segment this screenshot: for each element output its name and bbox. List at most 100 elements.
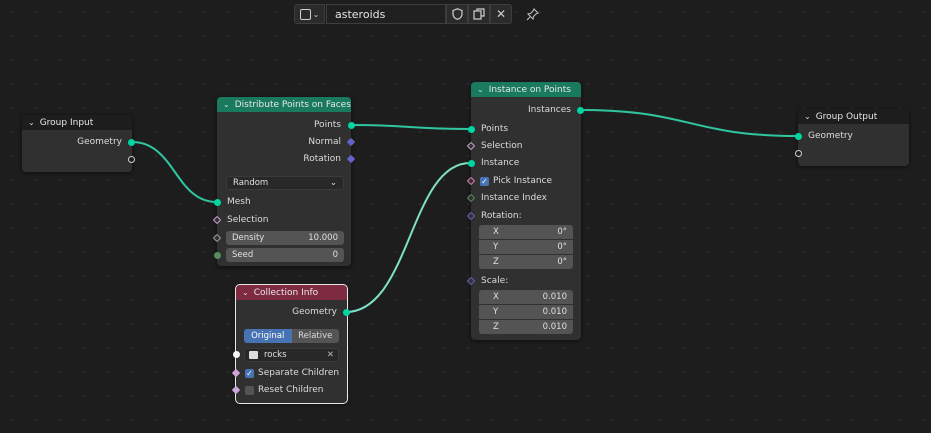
axis-label: X xyxy=(493,292,499,302)
original-option[interactable]: Original xyxy=(244,329,292,343)
collection-icon xyxy=(249,351,258,359)
selection-input-label: Selection xyxy=(227,215,269,225)
axis-label: Z xyxy=(493,322,499,332)
pick-instance-row[interactable]: ✓ Pick Instance xyxy=(471,174,581,188)
collection-input-socket[interactable] xyxy=(233,351,240,358)
collection-selector[interactable]: rocks ✕ xyxy=(244,348,339,362)
empty-output-socket[interactable] xyxy=(128,156,135,163)
node-title: Group Input xyxy=(39,117,94,128)
fake-user-shield-icon xyxy=(451,8,463,20)
chevron-down-icon: ⌄ xyxy=(329,178,337,188)
distribute-method-dropdown[interactable]: Random ⌄ xyxy=(226,176,344,190)
clear-icon[interactable]: ✕ xyxy=(327,350,334,360)
axis-label: Y xyxy=(493,242,499,252)
rotation-label: Rotation: xyxy=(481,211,522,221)
pin-button[interactable] xyxy=(522,7,542,21)
instances-output-label: Instances xyxy=(528,105,571,115)
instances-output-socket[interactable] xyxy=(577,107,584,114)
pick-instance-checkbox[interactable]: ✓ xyxy=(480,176,489,186)
seed-label: Seed xyxy=(232,250,254,260)
relative-option[interactable]: Relative xyxy=(291,329,339,343)
node-tree-name-field[interactable]: asteroids xyxy=(326,4,446,24)
chevron-down-icon[interactable]: ⌄ xyxy=(28,118,35,127)
axis-label: Z xyxy=(493,257,499,267)
chevron-down-icon[interactable]: ⌄ xyxy=(804,112,811,121)
separate-children-row[interactable]: ✓ Separate Children xyxy=(236,366,347,380)
axis-value: 0.010 xyxy=(542,322,567,332)
normal-output-label: Normal xyxy=(308,137,341,147)
geometry-input-socket[interactable] xyxy=(795,133,802,140)
geometry-output-socket[interactable] xyxy=(343,309,350,316)
rotation-x-field[interactable]: X 0° xyxy=(479,225,573,239)
collection-info-node[interactable]: ⌄ Collection Info Geometry Original Rela… xyxy=(231,284,350,404)
node-title: Collection Info xyxy=(253,287,319,298)
node-tree-type-selector[interactable]: ⌄ xyxy=(294,4,325,24)
link-collection-to-instance[interactable] xyxy=(345,161,471,314)
scale-x-field[interactable]: X 0.010 xyxy=(479,290,573,304)
duplicate-button[interactable] xyxy=(468,4,490,24)
geometry-output-label: Geometry xyxy=(77,137,122,147)
instance-input-label: Instance xyxy=(481,158,520,168)
node-title: Instance on Points xyxy=(488,84,571,95)
fake-user-button[interactable] xyxy=(446,4,468,24)
density-field[interactable]: Density 10.000 xyxy=(226,231,344,245)
reset-children-row[interactable]: Reset Children xyxy=(236,383,347,397)
rotation-y-field[interactable]: Y 0° xyxy=(479,240,573,254)
node-title: Distribute Points on Faces xyxy=(234,99,351,110)
separate-children-label: Separate Children xyxy=(258,368,340,378)
reset-children-checkbox[interactable] xyxy=(245,385,254,395)
axis-label: Y xyxy=(493,307,499,317)
group-output-node[interactable]: ⌄ Group Output Geometry xyxy=(795,109,909,166)
pin-icon xyxy=(526,7,539,20)
node-header[interactable]: ⌄ Distribute Points on Faces xyxy=(217,97,351,112)
node-title: Group Output xyxy=(815,111,878,122)
points-input-label: Points xyxy=(481,124,509,134)
mesh-input-socket[interactable] xyxy=(214,199,221,206)
duplicate-icon xyxy=(473,8,485,20)
geometry-output-socket[interactable] xyxy=(128,139,135,146)
rotation-output-label: Rotation xyxy=(303,154,341,164)
collection-name: rocks xyxy=(264,350,287,360)
empty-input-socket[interactable] xyxy=(795,150,802,157)
node-header[interactable]: ⌄ Group Input xyxy=(22,115,132,130)
seed-input-socket[interactable] xyxy=(214,252,221,259)
density-label: Density xyxy=(232,233,265,243)
axis-label: X xyxy=(493,227,499,237)
geometry-output-label: Geometry xyxy=(292,307,337,317)
mesh-input-label: Mesh xyxy=(227,197,251,207)
axis-value: 0° xyxy=(557,227,567,237)
points-output-label: Points xyxy=(313,120,341,130)
distribute-points-node[interactable]: ⌄ Distribute Points on Faces Points Norm… xyxy=(212,97,356,266)
rotation-z-field[interactable]: Z 0° xyxy=(479,255,573,269)
instance-on-points-node[interactable]: ⌄ Instance on Points Instances Points Se… xyxy=(466,82,584,340)
points-input-socket[interactable] xyxy=(468,126,475,133)
chevron-down-icon[interactable]: ⌄ xyxy=(223,100,230,109)
unlink-button[interactable]: ✕ xyxy=(490,4,512,24)
chevron-down-icon[interactable]: ⌄ xyxy=(242,288,249,297)
transform-space-toggle: Original Relative xyxy=(244,329,339,343)
axis-value: 0° xyxy=(557,242,567,252)
close-icon: ✕ xyxy=(495,7,507,21)
group-input-node[interactable]: ⌄ Group Input Geometry xyxy=(22,115,135,172)
node-header[interactable]: ⌄ Instance on Points xyxy=(471,82,581,97)
scale-z-field[interactable]: Z 0.010 xyxy=(479,320,573,334)
node-header[interactable]: ⌄ Collection Info xyxy=(236,285,347,300)
distribute-method-value: Random xyxy=(233,178,269,188)
node-tree-header: ⌄ asteroids ✕ xyxy=(294,4,542,24)
node-links xyxy=(131,108,799,314)
instance-index-label: Instance Index xyxy=(481,193,547,203)
density-value: 10.000 xyxy=(308,233,338,243)
chevron-down-icon[interactable]: ⌄ xyxy=(477,85,484,94)
node-header[interactable]: ⌄ Group Output xyxy=(798,109,909,124)
scale-y-field[interactable]: Y 0.010 xyxy=(479,305,573,319)
selection-input-label: Selection xyxy=(481,141,523,151)
points-output-socket[interactable] xyxy=(348,122,355,129)
seed-field[interactable]: Seed 0 xyxy=(226,248,344,262)
axis-value: 0° xyxy=(557,257,567,267)
instance-input-socket[interactable] xyxy=(468,160,475,167)
separate-children-checkbox[interactable]: ✓ xyxy=(245,368,254,378)
reset-children-label: Reset Children xyxy=(258,385,324,395)
axis-value: 0.010 xyxy=(542,292,567,302)
geometry-input-label: Geometry xyxy=(808,131,853,141)
axis-value: 0.010 xyxy=(542,307,567,317)
